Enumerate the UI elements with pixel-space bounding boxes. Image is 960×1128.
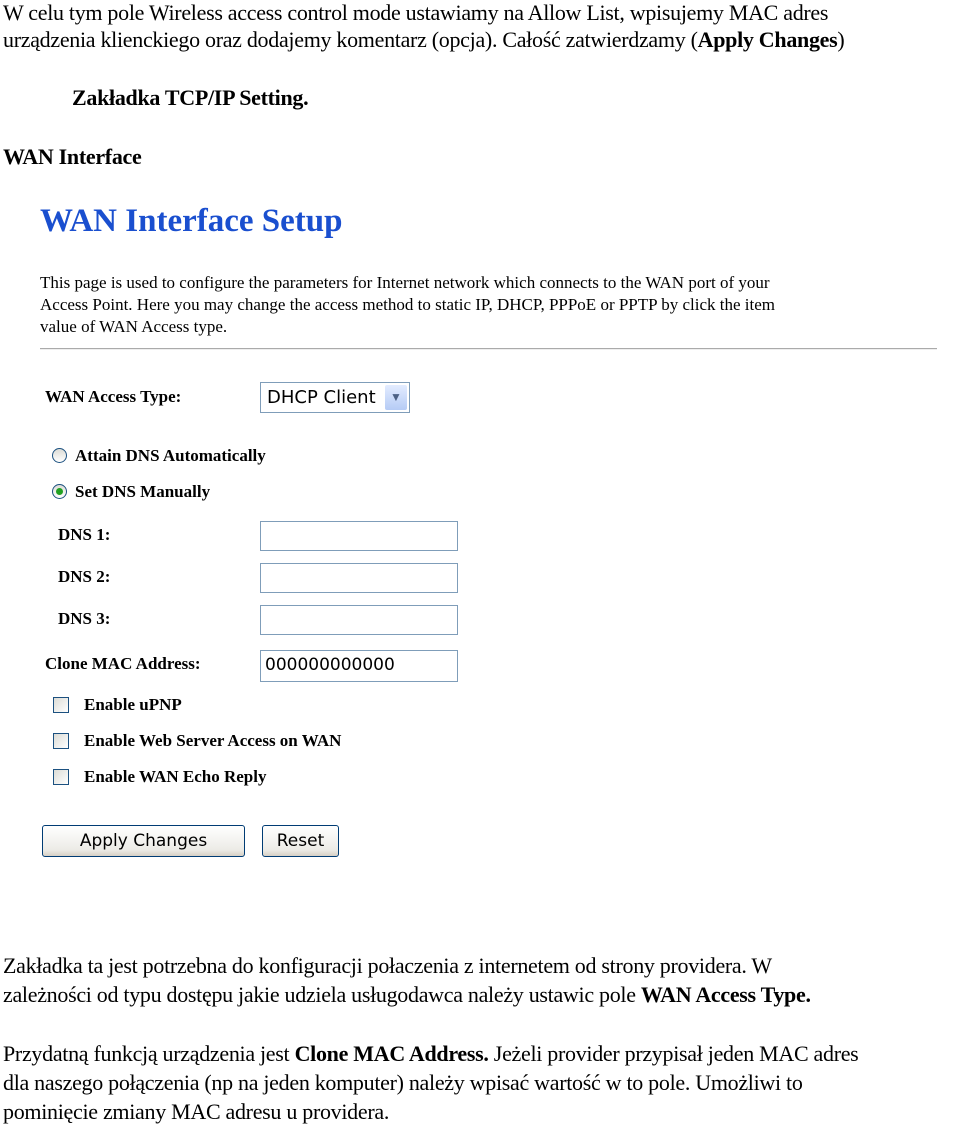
- echo-reply-label: Enable WAN Echo Reply: [84, 767, 267, 786]
- select-value: DHCP Client: [267, 387, 376, 408]
- para2-line2: dla naszego połączenia (np na jeden komp…: [3, 1070, 803, 1095]
- dns1-input[interactable]: [260, 521, 458, 551]
- web-server-label: Enable Web Server Access on WAN: [84, 731, 342, 750]
- text: Przydatną funkcją urządzenia jest: [3, 1041, 295, 1066]
- desc-line: Access Point. Here you may change the ac…: [40, 295, 775, 314]
- text: zależności od typu dostępu jakie udziela…: [3, 982, 641, 1007]
- para1-line2: zależności od typu dostępu jakie udziela…: [3, 982, 811, 1008]
- bold-text: Apply Changes: [697, 27, 838, 52]
- subheading: WAN Interface: [3, 144, 142, 169]
- checkbox-upnp[interactable]: [53, 697, 69, 713]
- page-title: WAN Interface Setup: [40, 203, 343, 239]
- clone-mac-label: Clone MAC Address:: [45, 654, 201, 673]
- radio-attain-dns-auto[interactable]: [52, 448, 67, 463]
- apply-changes-button[interactable]: Apply Changes: [42, 825, 245, 857]
- checkbox-echo-reply[interactable]: [53, 769, 69, 785]
- radio-auto-label: Attain DNS Automatically: [75, 446, 266, 465]
- intro-line2: urządzenia klienckiego oraz dodajemy kom…: [3, 27, 845, 53]
- chevron-down-icon[interactable]: ▼: [385, 385, 407, 410]
- text: ): [837, 27, 845, 52]
- wan-access-type-label: WAN Access Type:: [45, 387, 182, 406]
- desc-line: value of WAN Access type.: [40, 317, 228, 336]
- reset-button[interactable]: Reset: [262, 825, 339, 857]
- divider: [40, 348, 937, 350]
- para1-line1: Zakładka ta jest potrzebna do konfigurac…: [3, 953, 772, 978]
- upnp-label: Enable uPNP: [84, 695, 182, 714]
- radio-manual-label: Set DNS Manually: [75, 482, 211, 501]
- dns1-label: DNS 1:: [58, 525, 111, 544]
- bold-text: Clone MAC Address.: [294, 1041, 489, 1066]
- checkbox-web-server[interactable]: [53, 733, 69, 749]
- radio-set-dns-manual[interactable]: [52, 484, 67, 499]
- description: This page is used to configure the param…: [40, 272, 775, 338]
- para2-line1: Przydatną funkcją urządzenia jest Clone …: [3, 1041, 859, 1067]
- bold-text: WAN Access Type.: [640, 982, 811, 1007]
- para2-line3: pominięcie zmiany MAC adresu u providera…: [3, 1099, 390, 1124]
- text: urządzenia klienckiego oraz dodajemy kom…: [3, 27, 698, 52]
- section-heading: Zakładka TCP/IP Setting.: [72, 85, 309, 110]
- dns3-label: DNS 3:: [58, 609, 111, 628]
- dns2-input[interactable]: [260, 563, 458, 593]
- dns2-label: DNS 2:: [58, 567, 111, 586]
- intro-line1: W celu tym pole Wireless access control …: [3, 0, 829, 25]
- dns3-input[interactable]: [260, 605, 458, 635]
- clone-mac-input[interactable]: 000000000000: [260, 650, 458, 682]
- desc-line: This page is used to configure the param…: [40, 273, 770, 292]
- text: Jeżeli provider przypisał jeden MAC adre…: [488, 1041, 859, 1066]
- wan-access-type-select[interactable]: DHCP Client ▼: [260, 382, 410, 413]
